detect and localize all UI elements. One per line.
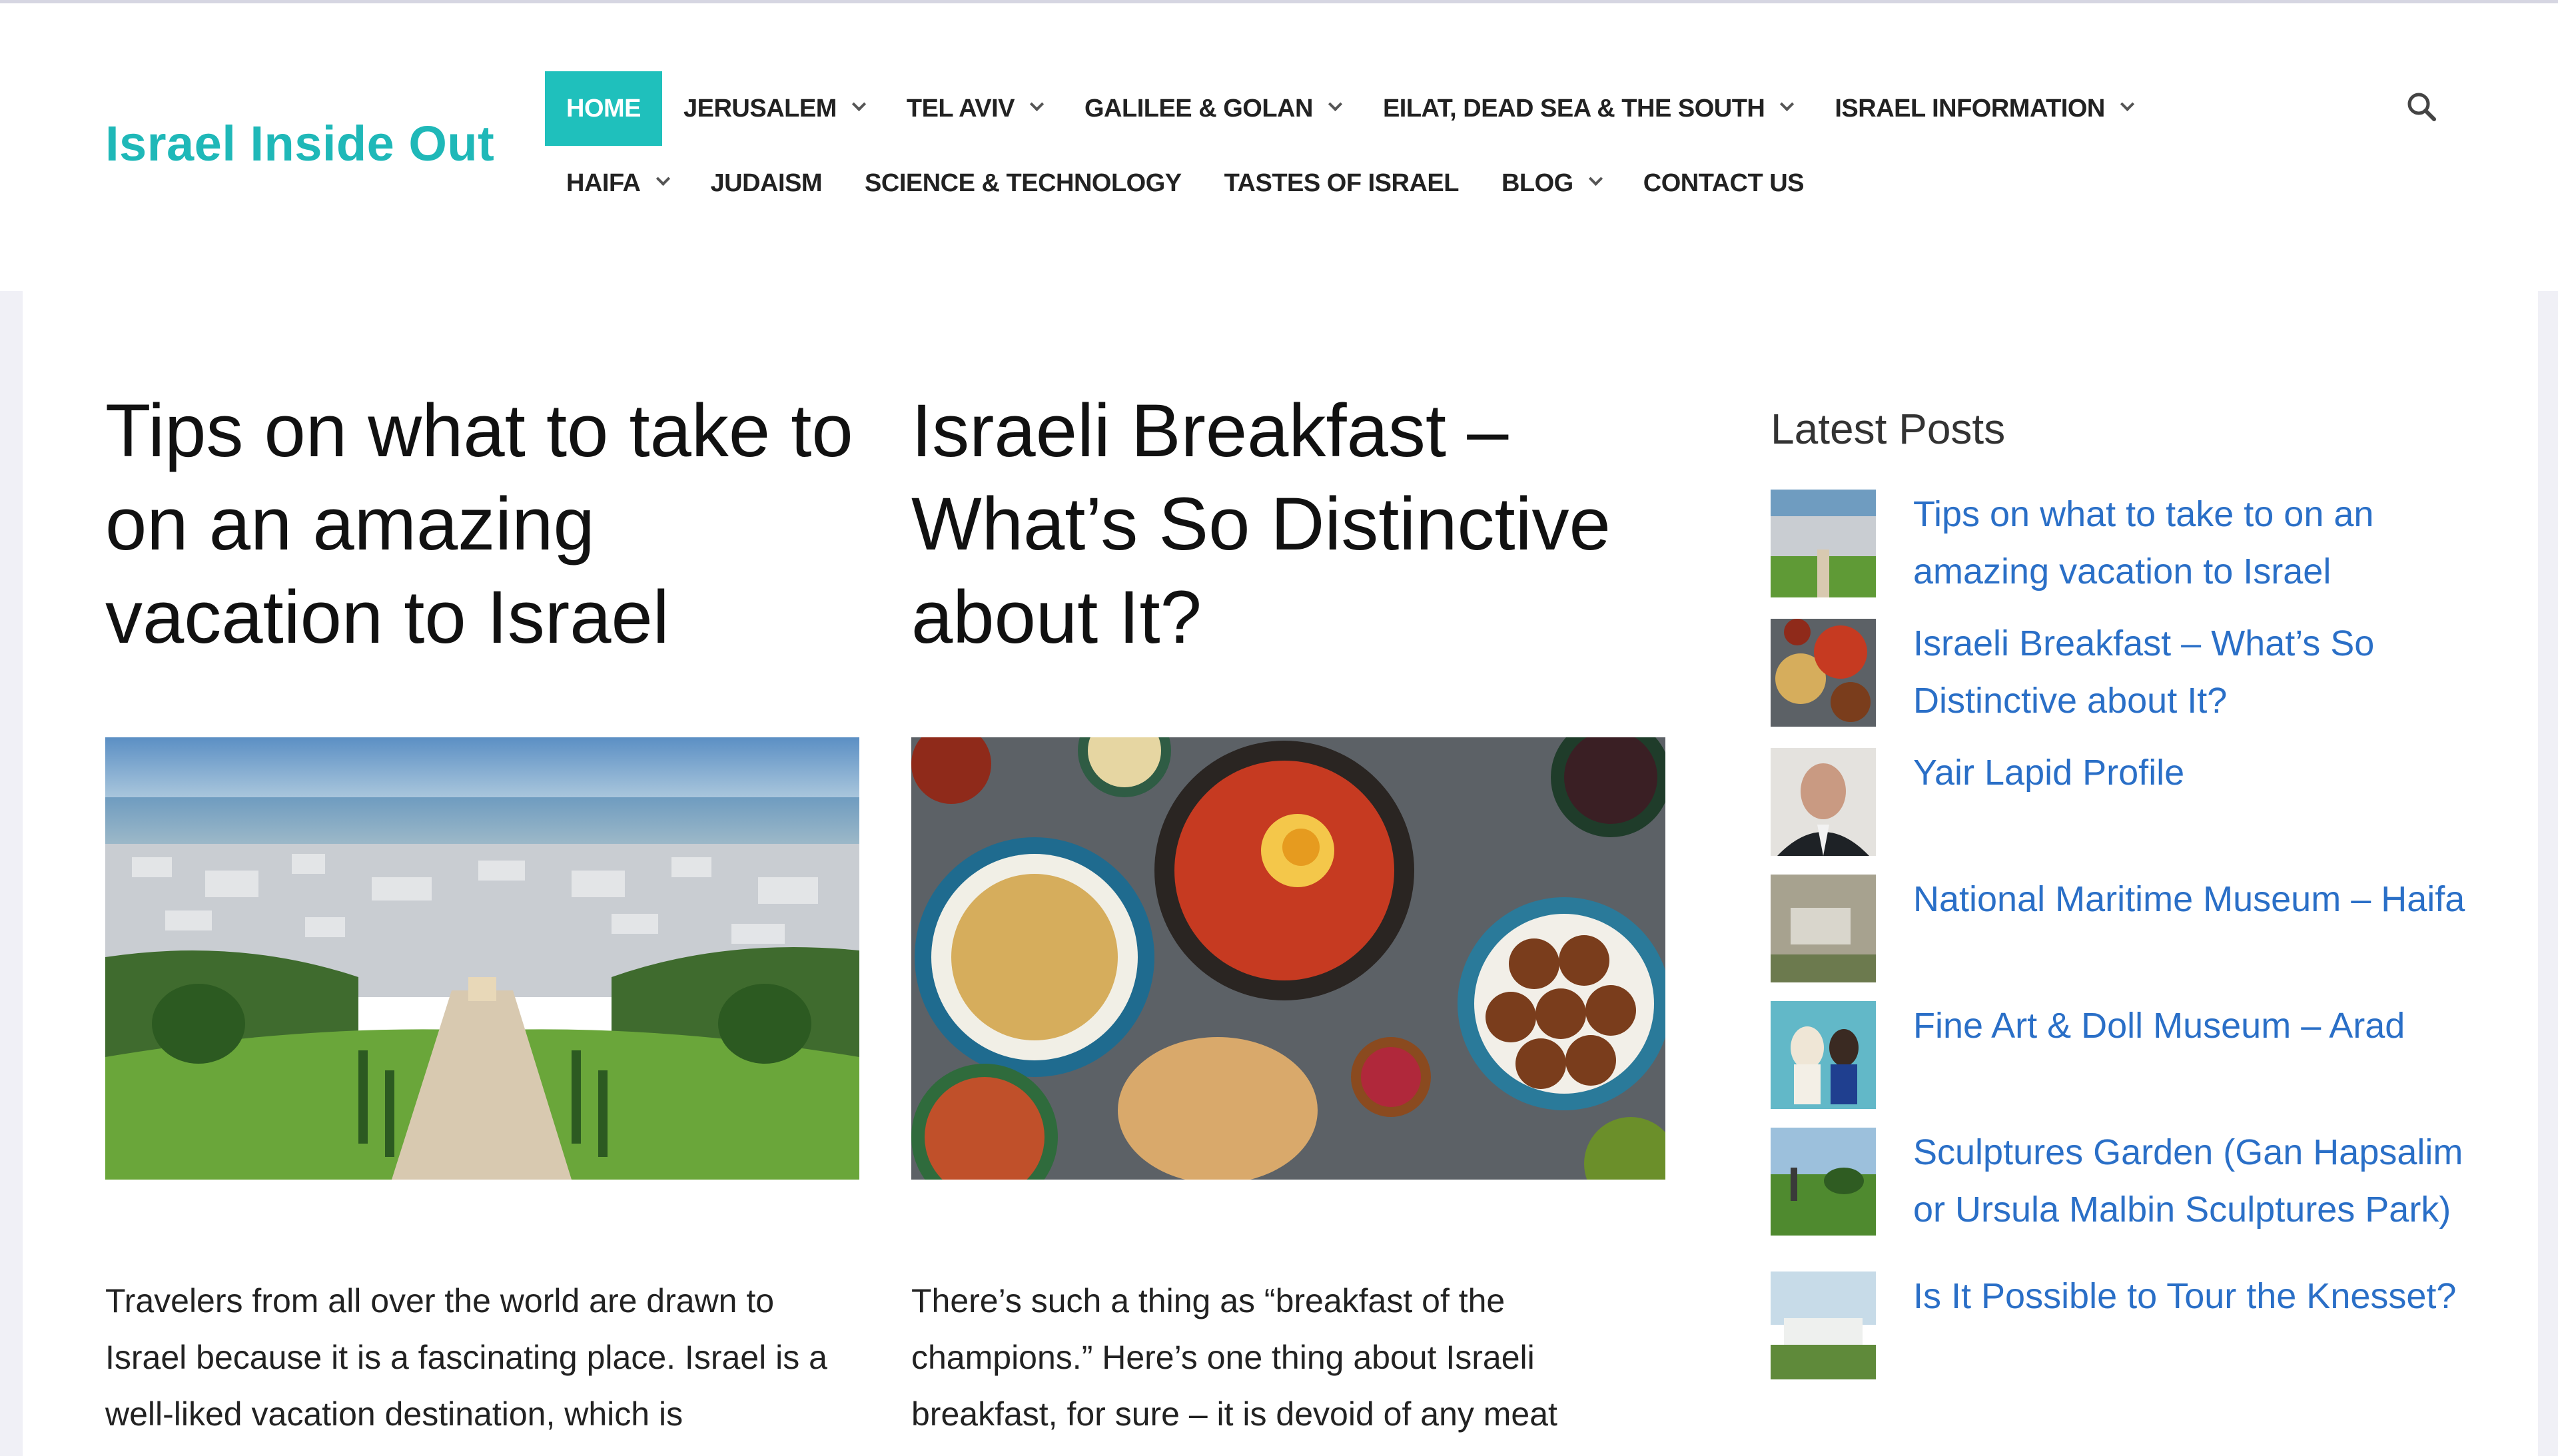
nav-label: GALILEE & GOLAN bbox=[1084, 94, 1313, 123]
nav-item-contact-us[interactable]: CONTACT US bbox=[1622, 149, 1825, 218]
nav-item-eilat-dead-sea-south[interactable]: EILAT, DEAD SEA & THE SOUTH bbox=[1362, 71, 1813, 146]
post-card: Tips on what to take to on an amazing va… bbox=[105, 384, 859, 1443]
latest-post-item: National Maritime Museum – Haifa bbox=[1771, 875, 2503, 982]
search-icon bbox=[2407, 93, 2436, 121]
chevron-down-icon bbox=[1588, 171, 1603, 186]
chevron-down-icon bbox=[1029, 97, 1045, 111]
post-thumbnail[interactable] bbox=[1771, 1128, 1876, 1236]
nav-label: BLOG bbox=[1501, 169, 1573, 197]
nav-label: CONTACT US bbox=[1643, 169, 1805, 197]
nav-label: HAIFA bbox=[566, 169, 641, 197]
latest-post-item: Sculptures Garden (Gan Hapsalim or Ursul… bbox=[1771, 1128, 2503, 1238]
nav-label: EILAT, DEAD SEA & THE SOUTH bbox=[1382, 94, 1765, 123]
latest-post-item: Tips on what to take to on an amazing va… bbox=[1771, 490, 2503, 600]
main-nav-row-1: HOME JERUSALEM TEL AVIV GALILEE & GOLAN … bbox=[545, 71, 2154, 146]
chevron-down-icon bbox=[1780, 97, 1795, 111]
post-thumbnail[interactable] bbox=[1771, 875, 1876, 982]
post-excerpt: There’s such a thing as “breakfast of th… bbox=[911, 1282, 1557, 1433]
post-title[interactable]: Israeli Breakfast – What’s So Distinctiv… bbox=[911, 384, 1665, 664]
post-title[interactable]: Tips on what to take to on an amazing va… bbox=[105, 384, 859, 664]
search-button[interactable] bbox=[2402, 87, 2442, 127]
post-thumbnail[interactable] bbox=[1771, 748, 1876, 856]
nav-item-tastes-of-israel[interactable]: TASTES OF ISRAEL bbox=[1203, 149, 1480, 218]
nav-item-home[interactable]: HOME bbox=[545, 71, 662, 146]
chevron-down-icon bbox=[851, 97, 866, 111]
post-image-haifa-gardens[interactable] bbox=[105, 737, 859, 1180]
post-thumbnail[interactable] bbox=[1771, 1272, 1876, 1379]
nav-item-judaism[interactable]: JUDAISM bbox=[689, 149, 844, 218]
nav-label: JERUSALEM bbox=[683, 94, 837, 123]
post-thumbnail[interactable] bbox=[1771, 490, 1876, 597]
nav-item-haifa[interactable]: HAIFA bbox=[545, 149, 689, 218]
post-card: Israeli Breakfast – What’s So Distinctiv… bbox=[911, 384, 1665, 1443]
chevron-down-icon bbox=[1328, 97, 1343, 111]
nav-label: SCIENCE & TECHNOLOGY bbox=[865, 169, 1182, 197]
nav-item-tel-aviv[interactable]: TEL AVIV bbox=[885, 71, 1063, 146]
post-excerpt: Travelers from all over the world are dr… bbox=[105, 1282, 827, 1433]
latest-post-link[interactable]: Fine Art & Doll Museum – Arad bbox=[1913, 997, 2405, 1054]
latest-post-link[interactable]: Israeli Breakfast – What’s So Distinctiv… bbox=[1913, 615, 2503, 729]
post-thumbnail[interactable] bbox=[1771, 1001, 1876, 1109]
nav-item-blog[interactable]: BLOG bbox=[1480, 149, 1622, 218]
chevron-down-icon bbox=[655, 171, 670, 186]
latest-post-item: Fine Art & Doll Museum – Arad bbox=[1771, 1001, 2503, 1109]
nav-label: ISRAEL INFORMATION bbox=[1835, 94, 2105, 123]
nav-item-jerusalem[interactable]: JERUSALEM bbox=[662, 71, 885, 146]
chevron-down-icon bbox=[2120, 97, 2134, 111]
nav-item-israel-information[interactable]: ISRAEL INFORMATION bbox=[1813, 71, 2153, 146]
nav-label: HOME bbox=[566, 94, 641, 123]
sidebar-latest-posts: Latest Posts Tips on what to take to on … bbox=[1771, 404, 2503, 1398]
latest-post-link[interactable]: Yair Lapid Profile bbox=[1913, 744, 2184, 801]
site-header: Israel Inside Out HOME JERUSALEM TEL AVI… bbox=[0, 3, 2558, 291]
latest-post-item: Israeli Breakfast – What’s So Distinctiv… bbox=[1771, 619, 2503, 729]
nav-item-science-technology[interactable]: SCIENCE & TECHNOLOGY bbox=[843, 149, 1203, 218]
latest-post-item: Yair Lapid Profile bbox=[1771, 748, 2503, 856]
sidebar-title: Latest Posts bbox=[1771, 405, 2006, 453]
nav-label: TASTES OF ISRAEL bbox=[1224, 169, 1460, 197]
latest-post-item: Is It Possible to Tour the Knesset? bbox=[1771, 1272, 2503, 1379]
main-nav-row-2: HAIFA JUDAISM SCIENCE & TECHNOLOGY TASTE… bbox=[545, 149, 1825, 218]
latest-post-link[interactable]: Tips on what to take to on an amazing va… bbox=[1913, 486, 2503, 600]
site-logo[interactable]: Israel Inside Out bbox=[105, 115, 494, 172]
nav-label: JUDAISM bbox=[710, 169, 823, 197]
latest-post-link[interactable]: Sculptures Garden (Gan Hapsalim or Ursul… bbox=[1913, 1124, 2503, 1238]
nav-item-galilee-golan[interactable]: GALILEE & GOLAN bbox=[1063, 71, 1362, 146]
latest-post-link[interactable]: National Maritime Museum – Haifa bbox=[1913, 871, 2465, 928]
post-thumbnail[interactable] bbox=[1771, 619, 1876, 727]
main-content: Tips on what to take to on an amazing va… bbox=[23, 291, 2538, 1456]
post-image-israeli-breakfast[interactable] bbox=[911, 737, 1665, 1180]
nav-label: TEL AVIV bbox=[906, 94, 1015, 123]
latest-post-link[interactable]: Is It Possible to Tour the Knesset? bbox=[1913, 1268, 2456, 1325]
